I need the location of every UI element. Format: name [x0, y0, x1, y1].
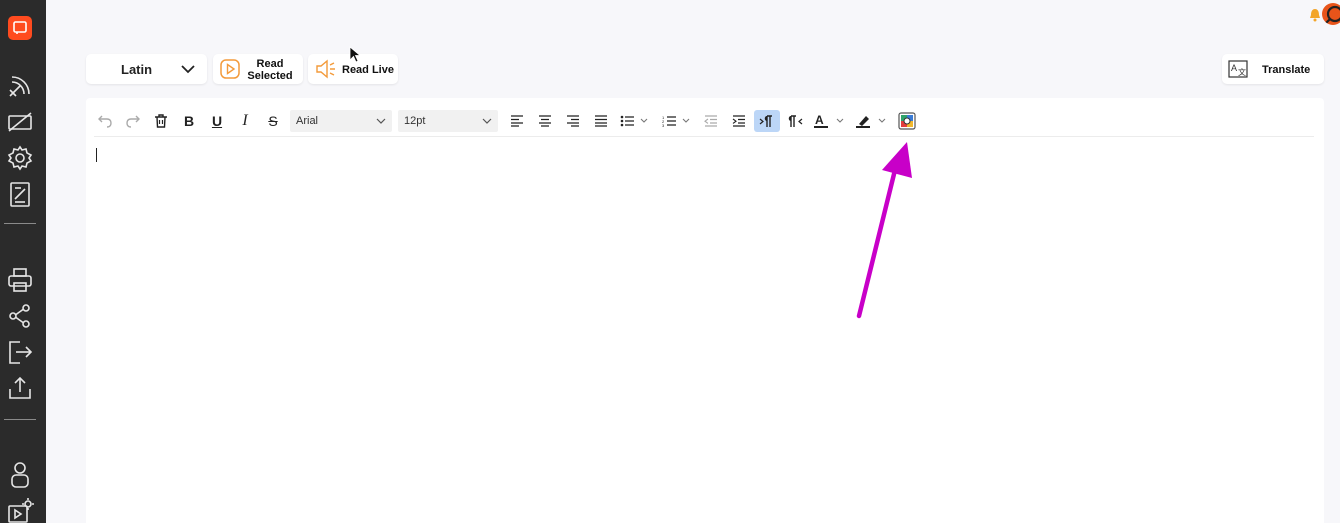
translate-label: Translate — [1262, 64, 1311, 76]
numbered-list-button[interactable]: 123 — [660, 110, 694, 132]
bold-button[interactable]: B — [178, 110, 200, 132]
document-edit-icon[interactable] — [6, 180, 34, 208]
satellite-icon[interactable] — [6, 72, 34, 100]
ltr-icon — [759, 115, 772, 127]
font-size-value: 12pt — [404, 115, 426, 127]
highlight-color-button[interactable] — [854, 110, 890, 132]
mouse-cursor-icon — [349, 46, 361, 63]
outdent-icon — [704, 115, 717, 127]
align-left-icon — [511, 115, 523, 127]
annotation-arrow — [856, 142, 912, 319]
font-size-select[interactable]: 12pt — [398, 110, 498, 132]
user-icon[interactable] — [6, 460, 34, 488]
plugin-icon — [898, 112, 916, 130]
read-selected-button[interactable]: Read Selected — [213, 54, 303, 84]
export-icon[interactable] — [6, 338, 34, 366]
numbered-list-icon: 123 — [662, 115, 690, 127]
sidebar — [0, 0, 46, 523]
translate-icon: A文 — [1228, 60, 1248, 78]
language-label: Latin — [121, 62, 153, 77]
notification-bell-icon[interactable] — [1309, 8, 1321, 22]
video-settings-icon[interactable] — [6, 496, 34, 523]
redo-button[interactable] — [122, 110, 144, 132]
justify-button[interactable] — [590, 110, 612, 132]
read-selected-label: Read Selected — [247, 58, 293, 82]
ltr-direction-button[interactable] — [754, 110, 780, 132]
printer-icon[interactable] — [6, 266, 34, 294]
undo-button[interactable] — [94, 110, 116, 132]
sidebar-divider — [4, 419, 36, 420]
trash-icon — [155, 114, 167, 128]
svg-text:A: A — [815, 113, 824, 127]
align-center-icon — [539, 115, 551, 127]
indent-button[interactable] — [728, 110, 750, 132]
gear-icon[interactable] — [6, 144, 34, 172]
svg-text:文: 文 — [1238, 67, 1246, 77]
speaker-icon — [316, 59, 335, 79]
play-icon — [220, 59, 240, 79]
chevron-down-icon — [482, 118, 492, 124]
no-display-icon[interactable] — [6, 108, 34, 136]
logo-icon[interactable] — [8, 16, 32, 40]
underline-button[interactable]: U — [206, 110, 228, 132]
text-caret — [96, 148, 97, 162]
outdent-button[interactable] — [700, 110, 722, 132]
editor-toolbar: B U I S Arial 12pt 123 A — [86, 108, 1316, 136]
clear-button[interactable] — [150, 110, 172, 132]
sidebar-divider — [4, 223, 36, 224]
rtl-direction-button[interactable] — [784, 110, 806, 132]
strikethrough-button[interactable]: S — [262, 110, 284, 132]
text-editor[interactable]: B U I S Arial 12pt 123 A — [86, 98, 1324, 523]
highlighter-icon — [856, 116, 886, 128]
undo-icon — [98, 115, 112, 128]
align-left-button[interactable] — [506, 110, 528, 132]
avatar[interactable] — [1322, 3, 1340, 25]
translate-button[interactable]: A文 Translate — [1222, 54, 1324, 84]
indent-icon — [732, 115, 745, 127]
chevron-down-icon — [181, 65, 195, 74]
align-right-button[interactable] — [562, 110, 584, 132]
svg-text:A: A — [1231, 63, 1237, 73]
font-family-value: Arial — [296, 115, 319, 127]
upload-icon[interactable] — [6, 374, 34, 402]
read-live-label: Read Live — [342, 64, 394, 76]
share-icon[interactable] — [6, 302, 34, 330]
redo-icon — [126, 115, 140, 128]
justify-icon — [595, 115, 607, 127]
chevron-down-icon — [376, 118, 386, 124]
bullet-list-button[interactable] — [618, 110, 652, 132]
text-color-icon: A — [814, 113, 844, 128]
svg-text:3: 3 — [662, 123, 665, 127]
italic-button[interactable]: I — [234, 110, 256, 132]
rtl-icon — [788, 115, 803, 127]
bullet-list-icon — [620, 115, 648, 127]
text-color-button[interactable]: A — [812, 110, 848, 132]
align-center-button[interactable] — [534, 110, 556, 132]
align-right-icon — [567, 115, 579, 127]
font-family-select[interactable]: Arial — [290, 110, 392, 132]
extension-plugin-button[interactable] — [894, 110, 920, 132]
language-select[interactable]: Latin — [86, 54, 207, 84]
toolbar-divider — [94, 136, 1314, 137]
